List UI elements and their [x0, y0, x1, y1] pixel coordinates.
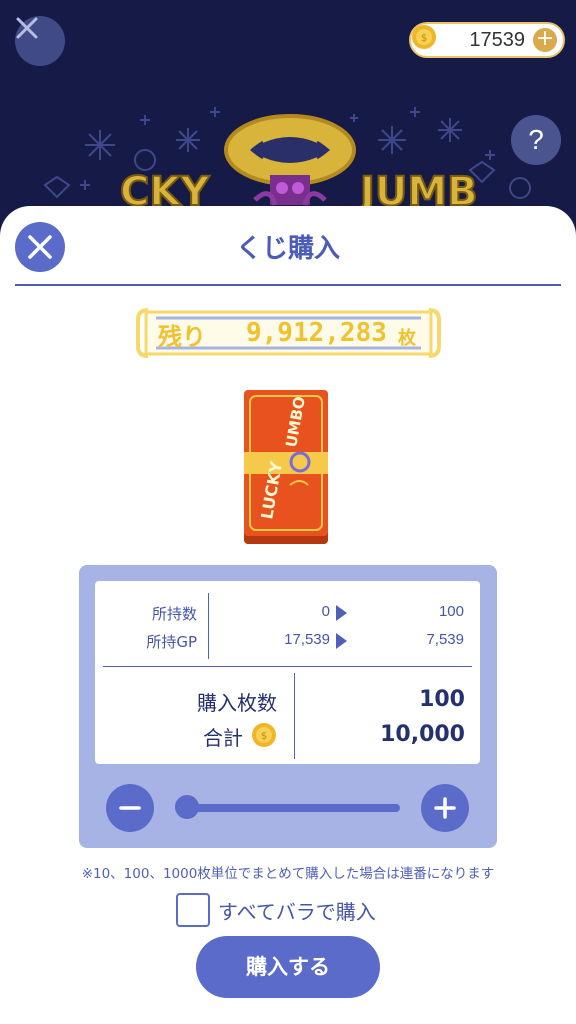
remaining-count-box: 残り 9,912,283 枚 — [136, 306, 441, 360]
remaining-label: 残り — [158, 323, 206, 351]
owned-label: 所持数 — [151, 605, 197, 623]
quantity-slider[interactable] — [176, 804, 400, 812]
purchase-panel: 所持数 0 100 所持GP 17,539 7,539 購入枚数 100 合計 … — [79, 565, 497, 848]
gp-to: 7,539 — [426, 631, 464, 648]
page-title: くじ購入 — [235, 234, 340, 264]
owned-to: 100 — [438, 603, 464, 620]
help-button[interactable]: ? — [511, 115, 561, 165]
serial-note: ※10、100、1000枚単位でまとめて購入した場合は連番になります — [81, 866, 495, 882]
quantity-value: 100 — [419, 687, 465, 712]
increase-button[interactable] — [421, 784, 469, 832]
arrow-right-icon — [336, 633, 347, 649]
gp-label: 所持GP — [146, 633, 197, 651]
remaining-unit: 枚 — [398, 328, 416, 349]
coin-icon: $ — [412, 25, 436, 49]
title-divider — [15, 284, 561, 286]
plus-icon — [434, 797, 456, 819]
purchase-button[interactable]: 購入する — [196, 936, 380, 998]
coin-icon: $ — [252, 723, 276, 747]
lottery-ticket-image: LUCKY UMBO — [244, 390, 328, 544]
divider — [208, 593, 209, 659]
arrow-right-icon — [336, 605, 347, 621]
divider — [294, 673, 295, 759]
add-coins-button[interactable]: + — [533, 28, 557, 52]
quantity-label: 購入枚数 — [197, 691, 277, 715]
remaining-value: 9,912,283 — [246, 318, 387, 348]
bulk-option[interactable]: すべてバラで購入 — [176, 892, 376, 928]
total-label: 合計 — [203, 726, 243, 750]
bulk-checkbox-label: すべてバラで購入 — [218, 899, 376, 924]
svg-text:$: $ — [421, 33, 427, 44]
owned-from: 0 — [321, 603, 330, 620]
coin-balance: $ 17539 + — [409, 22, 565, 58]
summary-card: 所持数 0 100 所持GP 17,539 7,539 購入枚数 100 合計 … — [95, 581, 480, 764]
slider-thumb[interactable] — [174, 795, 199, 819]
gp-from: 17,539 — [284, 631, 330, 648]
close-game-button[interactable] — [15, 16, 65, 66]
divider — [103, 666, 472, 667]
total-value: 10,000 — [380, 722, 465, 747]
bulk-checkbox[interactable] — [176, 893, 210, 927]
purchase-sheet: くじ購入 残り 9,912,283 枚 LUCKY UMBO 所持数 0 100 — [0, 206, 576, 1024]
close-icon — [16, 17, 38, 39]
decrease-button[interactable] — [106, 784, 154, 832]
svg-text:$: $ — [261, 731, 267, 742]
lucky-jumbo-logo: CKY JUMB — [119, 114, 479, 216]
minus-icon — [119, 806, 141, 810]
